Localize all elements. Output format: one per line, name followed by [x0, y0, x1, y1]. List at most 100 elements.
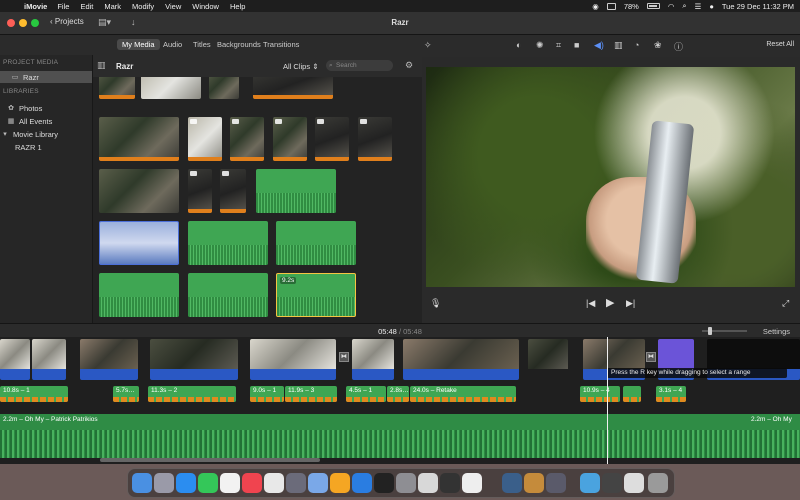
- audio-clip-thumbnail[interactable]: [256, 169, 336, 213]
- speed-icon[interactable]: ◔: [634, 40, 639, 50]
- timeline-video-clip[interactable]: [250, 339, 336, 380]
- timeline-audio-clip[interactable]: 11.3s – 2: [148, 386, 236, 402]
- timeline-audio-clip[interactable]: 11.9s – 3: [285, 386, 337, 402]
- gear-icon[interactable]: ⚙: [405, 60, 413, 71]
- clip-thumbnail[interactable]: [99, 117, 179, 161]
- downloads-folder-icon[interactable]: [580, 473, 600, 493]
- display-icon[interactable]: [606, 2, 616, 10]
- video-viewer[interactable]: [426, 67, 795, 287]
- timeline[interactable]: ⧓ ⧓ Press the R key while dragging to se…: [0, 337, 800, 464]
- menu-window[interactable]: Window: [192, 2, 219, 11]
- microphone-icon[interactable]: 🎙: [430, 298, 441, 309]
- app-icon[interactable]: [524, 473, 544, 493]
- audio-clip-thumbnail[interactable]: [276, 221, 356, 265]
- app-icon[interactable]: [624, 473, 644, 493]
- fullscreen-icon[interactable]: ⤢: [782, 298, 789, 309]
- clip-thumbnail[interactable]: [209, 77, 239, 99]
- wifi-icon[interactable]: ◠: [668, 2, 675, 11]
- music-track[interactable]: 2.2m – Oh My – Patrick Patrikios 2.2m – …: [0, 414, 800, 458]
- skip-back-icon[interactable]: |◀: [586, 298, 595, 309]
- menu-help[interactable]: Help: [230, 2, 245, 11]
- sidebar-toggle-icon[interactable]: ▥: [97, 60, 106, 71]
- app-icon[interactable]: [286, 473, 306, 493]
- app-icon[interactable]: [602, 473, 622, 493]
- volume-icon[interactable]: ◀): [594, 40, 604, 51]
- clip-thumbnail[interactable]: [273, 117, 307, 161]
- magic-wand-icon[interactable]: ✧: [424, 40, 432, 51]
- menu-modify[interactable]: Modify: [132, 2, 154, 11]
- tab-my-media[interactable]: My Media: [117, 39, 160, 50]
- clip-thumbnail[interactable]: [220, 169, 246, 213]
- clip-thumbnail[interactable]: [99, 169, 179, 213]
- menu-mark[interactable]: Mark: [104, 2, 121, 11]
- clip-thumbnail[interactable]: [141, 77, 201, 99]
- battery-icon[interactable]: [646, 3, 660, 9]
- screen-record-icon[interactable]: ◉: [592, 2, 599, 11]
- app-icon[interactable]: [546, 473, 566, 493]
- timeline-audio-clip[interactable]: [623, 386, 641, 402]
- app-icon[interactable]: [264, 473, 284, 493]
- tab-audio[interactable]: Audio: [163, 40, 182, 49]
- timeline-video-clip[interactable]: [0, 339, 30, 380]
- timeline-scrollbar[interactable]: [100, 458, 320, 462]
- timeline-video-clip[interactable]: [528, 339, 568, 380]
- sidebar-item-razr-1[interactable]: RAZR 1: [0, 141, 92, 153]
- clip-thumbnail[interactable]: [99, 221, 179, 265]
- app-icon[interactable]: [374, 473, 394, 493]
- noise-reduction-icon[interactable]: ▥: [614, 40, 623, 51]
- color-palette-icon[interactable]: ✺: [536, 40, 544, 51]
- timeline-audio-clip[interactable]: 24.0s – Retake: [410, 386, 516, 402]
- menu-edit[interactable]: Edit: [80, 2, 93, 11]
- color-balance-icon[interactable]: ◐: [516, 40, 521, 50]
- app-icon[interactable]: [502, 473, 522, 493]
- play-button[interactable]: ▶: [606, 296, 614, 309]
- clip-thumbnail[interactable]: [253, 77, 333, 99]
- timeline-video-clip[interactable]: [32, 339, 66, 380]
- control-center-icon[interactable]: ☰: [695, 2, 702, 11]
- timeline-audio-clip[interactable]: 2.8s…: [387, 386, 409, 402]
- playhead[interactable]: [607, 337, 608, 464]
- app-icon[interactable]: [462, 473, 482, 493]
- timeline-audio-clip[interactable]: 5.7s…: [113, 386, 139, 402]
- disclosure-triangle-icon[interactable]: ▾: [0, 130, 10, 138]
- timeline-audio-clip[interactable]: 9.0s – 1: [250, 386, 284, 402]
- messages-icon[interactable]: [198, 473, 218, 493]
- timeline-settings-button[interactable]: Settings: [763, 327, 790, 336]
- timeline-video-clip[interactable]: [150, 339, 238, 380]
- audio-clip-thumbnail[interactable]: [188, 221, 268, 265]
- siri-icon[interactable]: ●: [709, 2, 714, 11]
- tab-backgrounds[interactable]: Backgrounds: [217, 40, 261, 49]
- launchpad-icon[interactable]: [154, 473, 174, 493]
- app-icon[interactable]: [440, 473, 460, 493]
- crop-icon[interactable]: ⌗: [556, 40, 561, 51]
- app-store-icon[interactable]: [352, 473, 372, 493]
- transition-icon[interactable]: ⧓: [339, 352, 349, 362]
- transition-icon[interactable]: ⧓: [646, 352, 656, 362]
- spotlight-icon[interactable]: ⌕: [682, 1, 686, 11]
- selected-audio-clip[interactable]: 9.2s: [276, 273, 356, 317]
- music-app-icon[interactable]: [242, 473, 262, 493]
- timeline-audio-clip[interactable]: 4.5s – 1: [346, 386, 386, 402]
- reset-all-button[interactable]: Reset All: [766, 41, 794, 48]
- timeline-video-clip[interactable]: [352, 339, 394, 380]
- stabilization-icon[interactable]: ■: [574, 40, 579, 50]
- timeline-audio-clip[interactable]: 10.9s – 4: [580, 386, 620, 402]
- photos-app-icon[interactable]: [220, 473, 240, 493]
- clip-thumbnail[interactable]: [188, 169, 212, 213]
- tab-titles[interactable]: Titles: [193, 40, 211, 49]
- timeline-zoom-slider[interactable]: [702, 327, 747, 335]
- app-icon[interactable]: [308, 473, 328, 493]
- finder-icon[interactable]: [132, 473, 152, 493]
- timeline-video-clip[interactable]: [403, 339, 519, 380]
- menu-view[interactable]: View: [165, 2, 181, 11]
- clock[interactable]: Tue 29 Dec 11:32 PM: [722, 2, 794, 11]
- audio-clip-thumbnail[interactable]: [99, 273, 179, 317]
- sidebar-item-photos[interactable]: ✿ Photos: [0, 102, 92, 114]
- sidebar-item-movie-library[interactable]: ▾ Movie Library: [0, 128, 92, 140]
- timeline-audio-clip[interactable]: 10.8s – 1: [0, 386, 68, 402]
- audio-clip-thumbnail[interactable]: [188, 273, 268, 317]
- clip-thumbnail[interactable]: [230, 117, 264, 161]
- timeline-audio-clip[interactable]: 3.1s – 4: [656, 386, 686, 402]
- skip-forward-icon[interactable]: ▶|: [626, 298, 635, 309]
- menu-file[interactable]: File: [57, 2, 69, 11]
